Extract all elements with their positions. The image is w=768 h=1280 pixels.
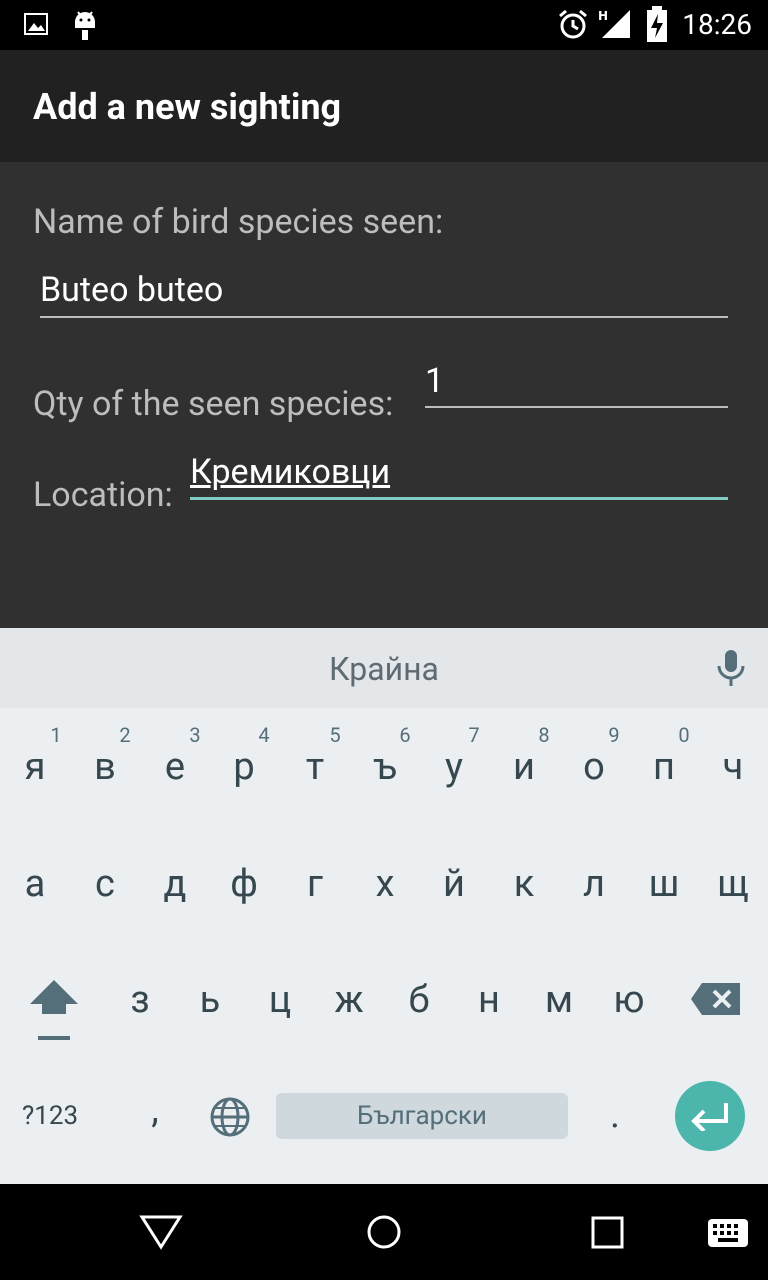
key[interactable]: т bbox=[280, 745, 350, 789]
key[interactable]: ъ bbox=[350, 745, 420, 789]
key[interactable]: г bbox=[280, 862, 350, 906]
key[interactable]: щ bbox=[698, 862, 768, 906]
key[interactable]: к bbox=[489, 862, 559, 906]
comma-key[interactable]: , bbox=[120, 1088, 190, 1132]
key[interactable]: у bbox=[419, 745, 489, 789]
key[interactable]: о bbox=[559, 745, 629, 789]
key[interactable]: с bbox=[70, 862, 140, 906]
key-hint: 9 bbox=[608, 723, 620, 747]
key-hint: 8 bbox=[538, 723, 550, 747]
suggestion-word[interactable]: Крайна bbox=[0, 650, 768, 688]
key[interactable]: з bbox=[105, 978, 175, 1022]
key[interactable]: м bbox=[524, 978, 594, 1022]
key[interactable]: н bbox=[454, 978, 524, 1022]
key[interactable]: и bbox=[489, 745, 559, 789]
page-title: Add a new sighting bbox=[33, 86, 342, 128]
back-icon[interactable] bbox=[139, 1214, 183, 1250]
key-hint: 7 bbox=[468, 723, 480, 747]
key[interactable]: ь bbox=[175, 978, 245, 1022]
key[interactable]: ф bbox=[209, 862, 279, 906]
enter-icon bbox=[691, 1103, 728, 1131]
status-bar: H 18:26 bbox=[0, 0, 768, 50]
signal-h-icon: H bbox=[598, 9, 630, 38]
key[interactable]: л bbox=[559, 862, 629, 906]
key[interactable]: в bbox=[70, 745, 140, 789]
species-underline bbox=[40, 316, 728, 318]
species-label: Name of bird species seen: bbox=[33, 202, 444, 242]
app-bar: Add a new sighting bbox=[0, 50, 768, 162]
image-notification-icon bbox=[24, 13, 48, 35]
key[interactable]: а bbox=[0, 862, 70, 906]
key-hint: 4 bbox=[258, 723, 270, 747]
key[interactable]: ц bbox=[245, 978, 315, 1022]
location-underline bbox=[190, 497, 728, 500]
key[interactable]: х bbox=[350, 862, 420, 906]
home-icon[interactable] bbox=[366, 1214, 402, 1250]
status-time: 18:26 bbox=[682, 8, 752, 41]
svg-text:H: H bbox=[598, 9, 608, 23]
soft-keyboard: Крайна 1 2 3 4 5 6 7 8 9 0 я в е р т ъ у… bbox=[0, 628, 768, 1184]
key[interactable]: п bbox=[629, 745, 699, 789]
shift-icon[interactable] bbox=[28, 978, 80, 1042]
key[interactable]: ш bbox=[629, 862, 699, 906]
sighting-form: Name of bird species seen: Buteo buteo Q… bbox=[0, 162, 768, 628]
key[interactable]: ю bbox=[594, 978, 664, 1022]
android-debug-icon bbox=[75, 11, 95, 40]
key[interactable]: ж bbox=[314, 978, 384, 1022]
key-hint: 6 bbox=[399, 723, 411, 747]
symbols-key[interactable]: ?123 bbox=[22, 1101, 78, 1131]
key-hint: 3 bbox=[189, 723, 201, 747]
key[interactable]: е bbox=[140, 745, 210, 789]
key[interactable]: р bbox=[209, 745, 279, 789]
recents-icon[interactable] bbox=[591, 1216, 625, 1250]
key-hint: 5 bbox=[329, 723, 341, 747]
enter-button[interactable] bbox=[675, 1081, 745, 1151]
qty-label: Qty of the seen species: bbox=[33, 384, 394, 424]
key[interactable]: я bbox=[0, 745, 70, 789]
microphone-icon[interactable] bbox=[716, 648, 746, 688]
key-hint: 2 bbox=[119, 723, 131, 747]
key[interactable]: д bbox=[140, 862, 210, 906]
keyboard-icon[interactable] bbox=[707, 1218, 749, 1248]
key[interactable]: й bbox=[419, 862, 489, 906]
location-field[interactable]: Кремиковци bbox=[190, 450, 728, 502]
period-key[interactable]: . bbox=[580, 1093, 650, 1137]
backspace-icon[interactable] bbox=[690, 981, 742, 1017]
species-value: Buteo buteo bbox=[40, 270, 224, 310]
key[interactable]: б bbox=[384, 978, 454, 1022]
qty-field[interactable]: 1 bbox=[425, 357, 728, 409]
alarm-icon bbox=[559, 9, 587, 39]
key[interactable]: ч bbox=[698, 745, 768, 789]
suggestion-bar: Крайна bbox=[0, 628, 768, 708]
qty-value: 1 bbox=[425, 361, 445, 401]
key-hint: 0 bbox=[678, 723, 690, 747]
key-hint: 1 bbox=[50, 723, 62, 747]
globe-icon[interactable] bbox=[209, 1096, 251, 1138]
battery-charging-icon bbox=[647, 6, 667, 42]
location-value: Кремиковци bbox=[190, 452, 391, 492]
space-bar[interactable]: Български bbox=[276, 1093, 568, 1139]
navigation-bar bbox=[0, 1184, 768, 1280]
qty-underline bbox=[425, 406, 728, 408]
location-label: Location: bbox=[33, 475, 173, 515]
species-field[interactable]: Buteo buteo bbox=[40, 262, 728, 320]
